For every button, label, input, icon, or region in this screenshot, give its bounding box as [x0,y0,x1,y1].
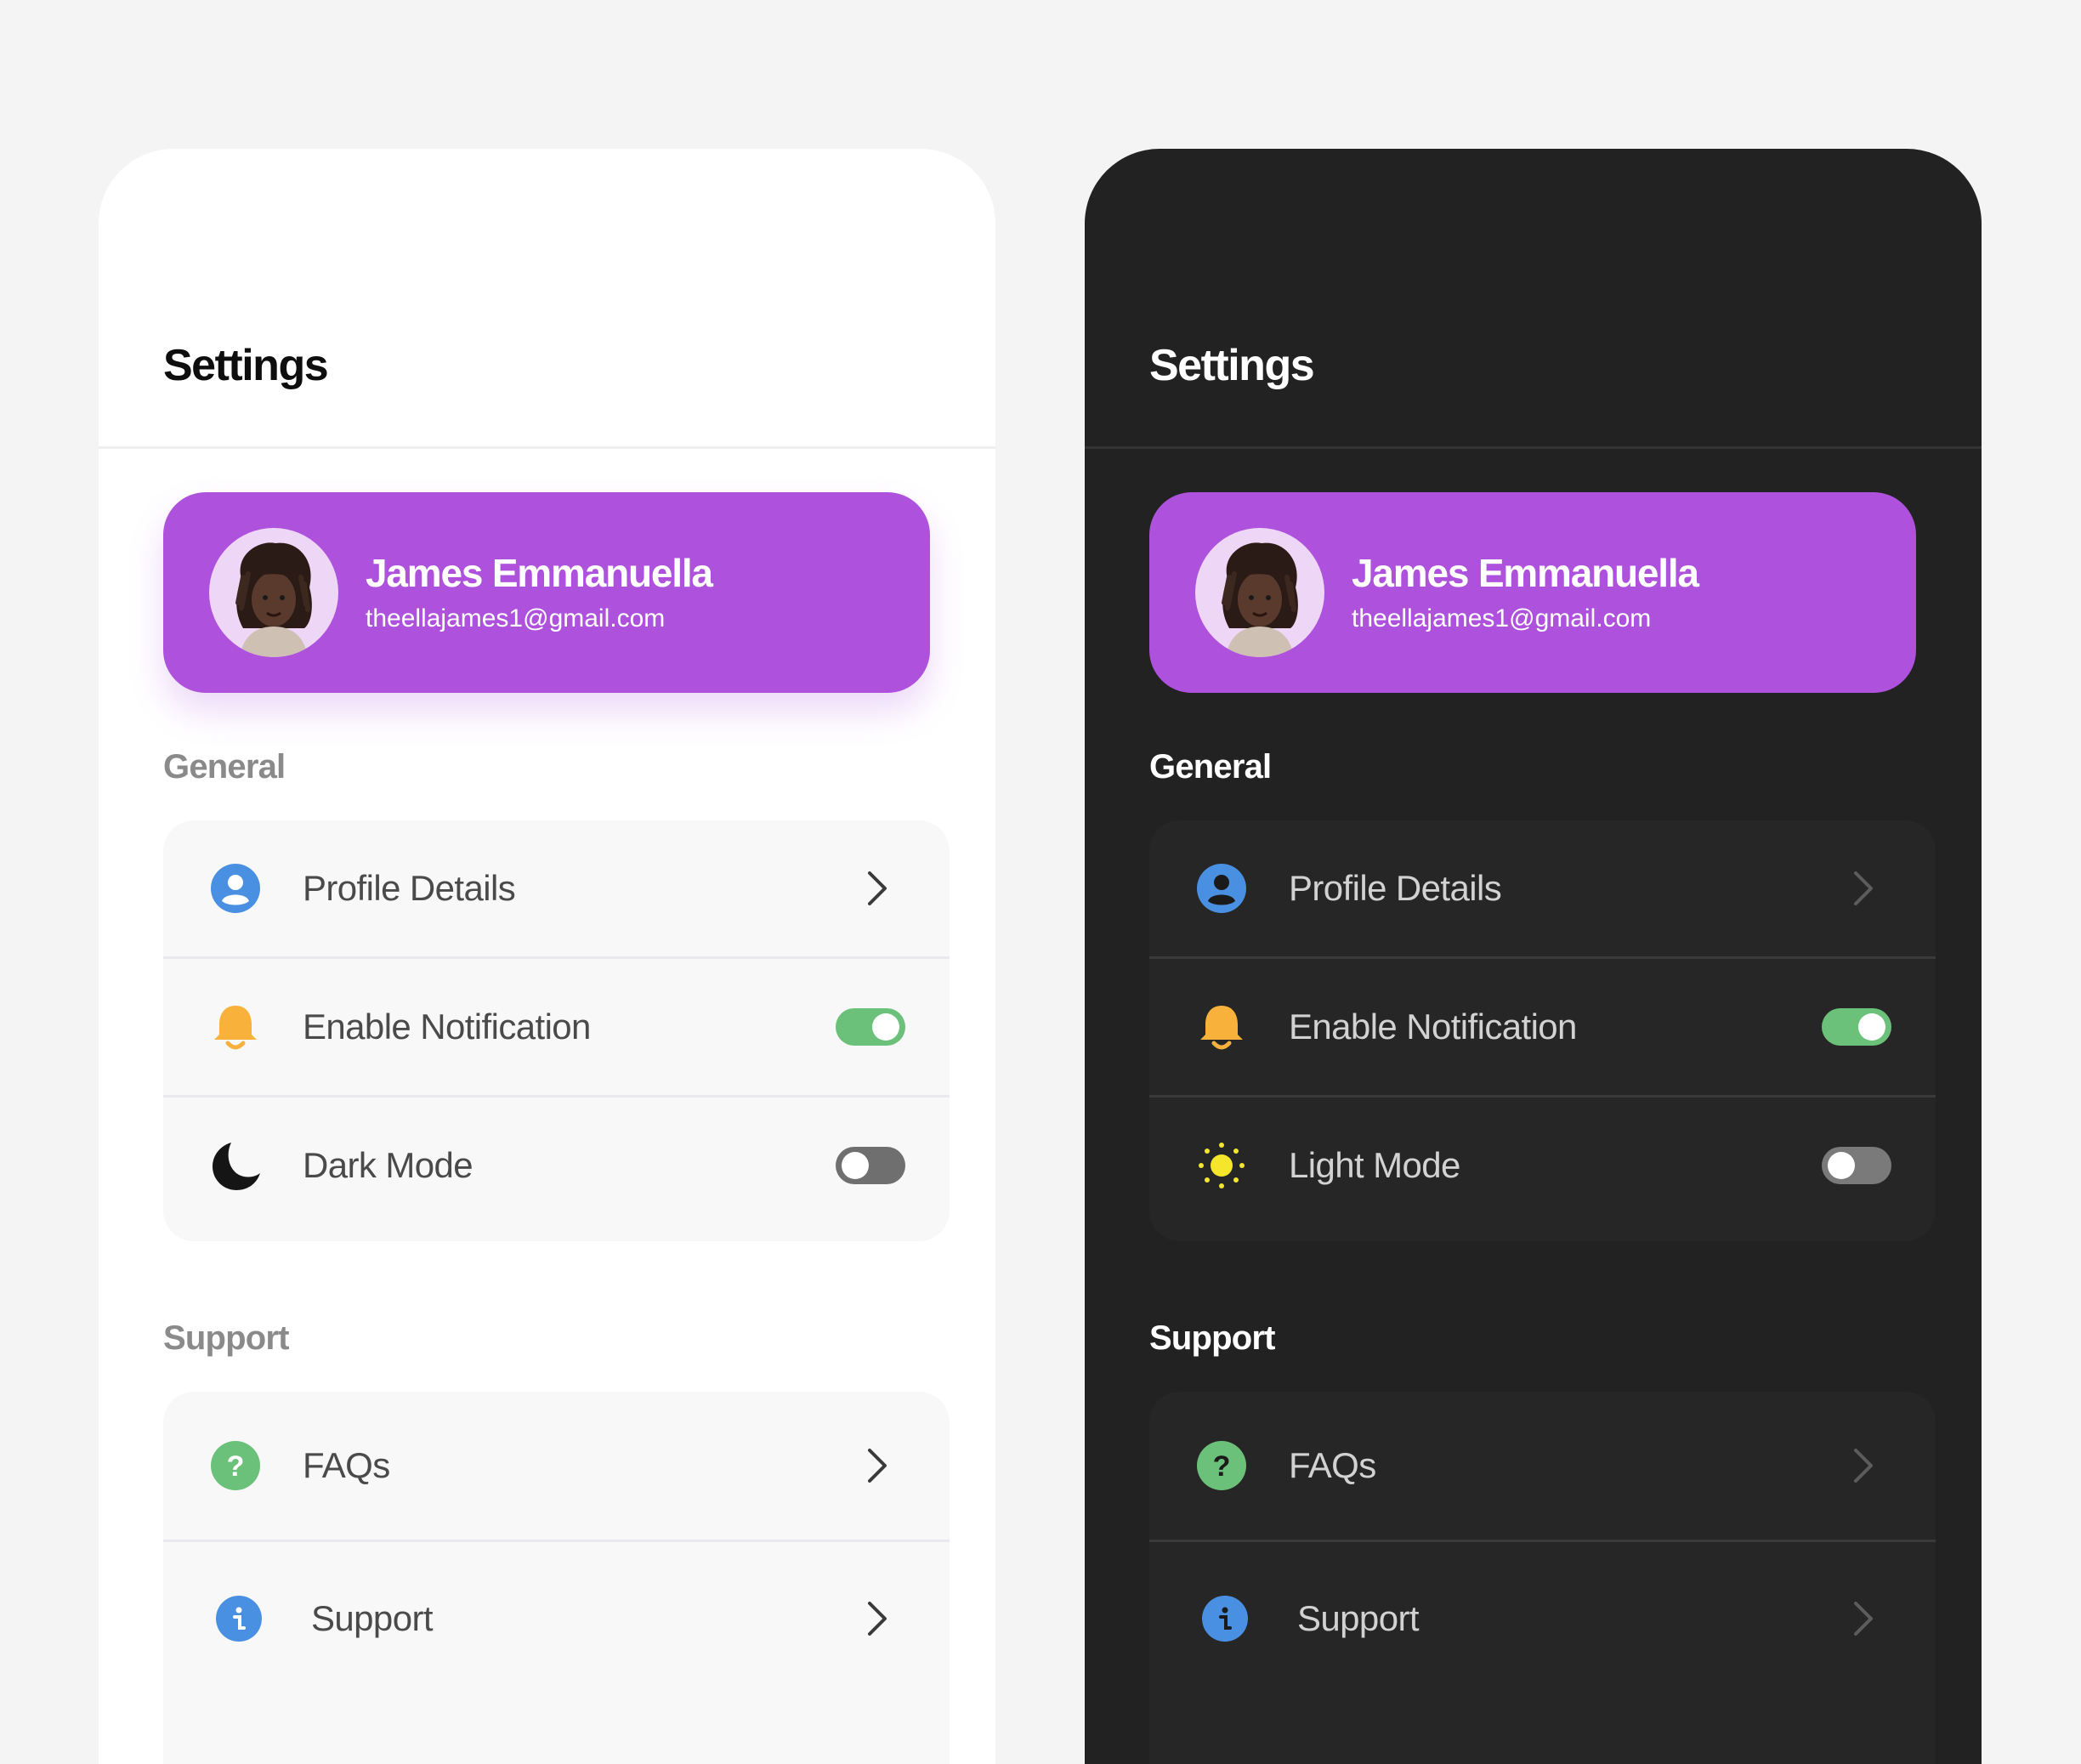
toggle-knob [1828,1152,1855,1179]
row-label: Support [1297,1598,1420,1638]
svg-text:?: ? [227,1450,245,1483]
row-support[interactable]: Support [1149,1542,1936,1695]
row-profile-details[interactable]: Profile Details [163,820,950,956]
section-title-support: Support [163,1319,290,1357]
section-title-general: General [1149,748,1272,786]
row-dark-mode: Dark Mode [163,1098,950,1234]
toggle-knob [1858,1013,1885,1041]
support-settings-group: ? FAQs Support [1149,1392,1936,1764]
chevron-right-icon[interactable] [865,1445,890,1486]
row-label: Profile Details [1289,868,1502,908]
chevron-right-icon[interactable] [865,1598,890,1639]
row-label: FAQs [1289,1445,1376,1485]
profile-email: theellajames1@gmail.com [366,604,666,632]
notification-toggle[interactable] [1822,1008,1891,1046]
user-circle-icon [209,862,262,915]
header-divider [1085,446,1982,449]
toggle-knob [842,1152,869,1179]
row-label: Enable Notification [1289,1007,1577,1046]
row-enable-notification: Enable Notification [163,959,950,1095]
header-divider [99,446,995,449]
svg-text:?: ? [1213,1450,1231,1483]
row-support[interactable]: Support [163,1542,950,1695]
question-icon: ? [209,1439,262,1492]
chevron-right-icon[interactable] [1851,868,1876,909]
row-label: Profile Details [303,868,516,908]
dark-mode-toggle[interactable] [836,1147,905,1184]
section-title-general: General [163,748,286,786]
sun-icon [1195,1139,1248,1192]
row-label: Dark Mode [303,1145,473,1185]
section-title-support: Support [1149,1319,1276,1357]
general-settings-group: Profile Details Enable Notification Dark… [163,820,950,1241]
row-faqs[interactable]: ? FAQs [1149,1392,1936,1540]
chevron-right-icon[interactable] [865,868,890,909]
avatar [209,528,338,657]
row-profile-details[interactable]: Profile Details [1149,820,1936,956]
row-label: Support [311,1598,434,1638]
notification-toggle[interactable] [836,1008,905,1046]
toggle-knob [872,1013,899,1041]
moon-icon [209,1139,262,1192]
row-faqs[interactable]: ? FAQs [163,1392,950,1540]
chevron-right-icon[interactable] [1851,1445,1876,1486]
support-settings-group: ? FAQs Support [163,1392,950,1764]
row-enable-notification: Enable Notification [1149,959,1936,1095]
profile-card[interactable]: James Emmanuella theellajames1@gmail.com [163,492,930,693]
row-label: Enable Notification [303,1007,591,1046]
row-label: FAQs [303,1445,390,1485]
avatar [1195,528,1324,657]
row-label: Light Mode [1289,1145,1460,1185]
profile-email: theellajames1@gmail.com [1352,604,1652,632]
settings-panel-light: Settings James Emmanuella theellajames1@… [99,149,995,1764]
info-icon [214,1594,264,1643]
page-title: Settings [1149,341,1315,390]
settings-panel-dark: Settings James Emmanuella theellajames1@… [1085,149,1982,1764]
general-settings-group: Profile Details Enable Notification Ligh… [1149,820,1936,1241]
chevron-right-icon[interactable] [1851,1598,1876,1639]
profile-card[interactable]: James Emmanuella theellajames1@gmail.com [1149,492,1916,693]
light-mode-toggle[interactable] [1822,1147,1891,1184]
user-circle-icon [1195,862,1248,915]
profile-name: James Emmanuella [366,551,713,595]
bell-icon [209,1001,262,1053]
bell-icon [1195,1001,1248,1053]
info-icon [1200,1594,1250,1643]
profile-name: James Emmanuella [1352,551,1699,595]
page-title: Settings [163,341,329,390]
row-light-mode: Light Mode [1149,1098,1936,1234]
question-icon: ? [1195,1439,1248,1492]
